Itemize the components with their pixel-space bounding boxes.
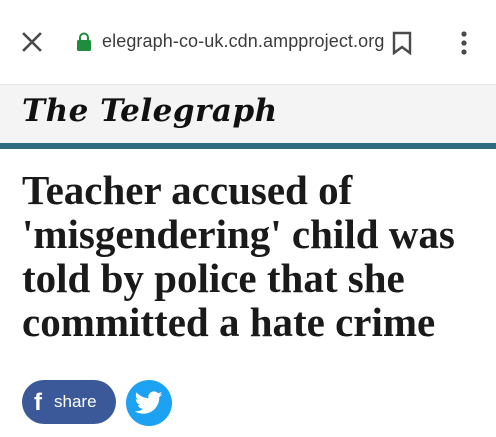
telegraph-logo[interactable]: The Telegraph bbox=[22, 93, 278, 129]
close-button[interactable] bbox=[18, 28, 46, 56]
bookmark-button[interactable] bbox=[388, 28, 416, 58]
lock-icon bbox=[77, 32, 91, 51]
article-headline: Teacher accused of 'misgendering' child … bbox=[22, 167, 455, 345]
browser-toolbar: elegraph-co-uk.cdn.ampproject.org bbox=[0, 0, 496, 85]
masthead-rule bbox=[0, 143, 496, 149]
close-icon bbox=[22, 32, 42, 52]
more-vert-icon bbox=[461, 31, 467, 55]
facebook-share-label: share bbox=[54, 392, 97, 411]
facebook-share-button[interactable]: f share bbox=[22, 380, 116, 424]
overflow-menu-button[interactable] bbox=[450, 28, 478, 58]
facebook-icon: f bbox=[34, 389, 42, 416]
url-bar[interactable]: elegraph-co-uk.cdn.ampproject.org bbox=[102, 31, 384, 52]
twitter-bird-icon bbox=[135, 391, 163, 414]
bookmark-icon bbox=[392, 31, 412, 55]
twitter-share-button[interactable] bbox=[126, 380, 172, 426]
